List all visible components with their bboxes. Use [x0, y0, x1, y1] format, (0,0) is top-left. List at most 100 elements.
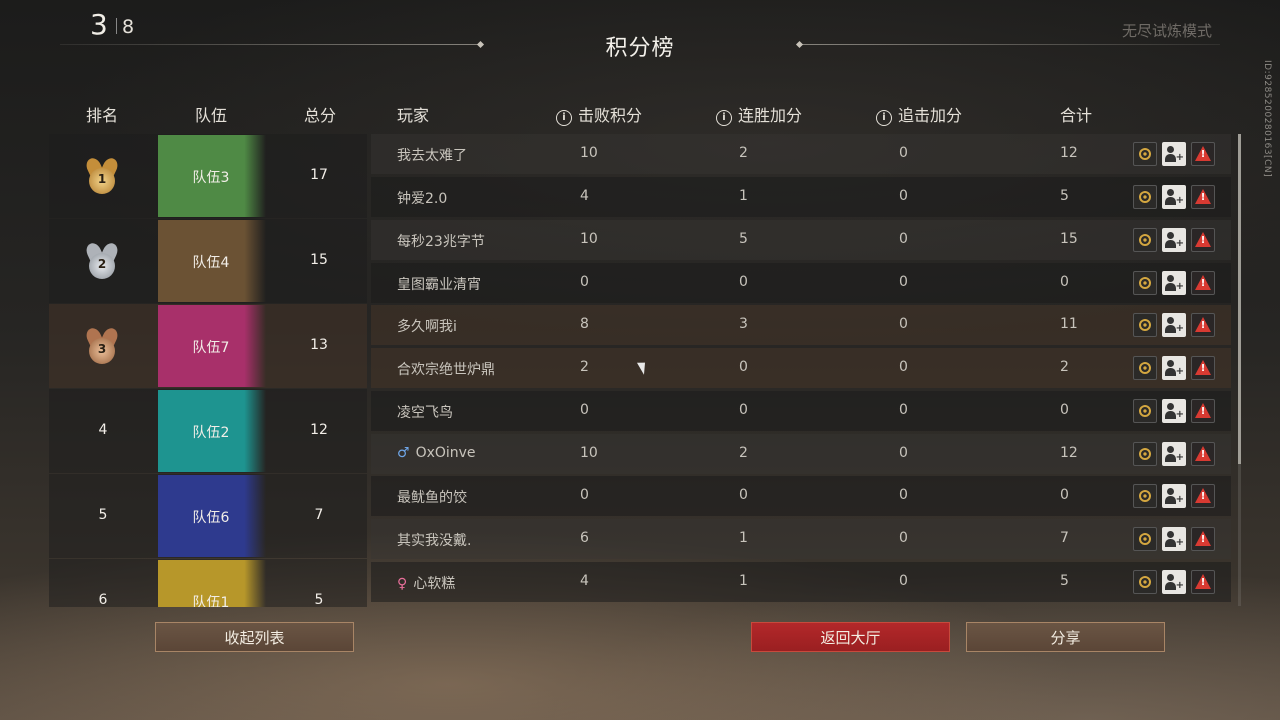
player-name: 钟爱2.0: [397, 191, 448, 207]
col-streak-bonus[interactable]: i 连胜加分: [716, 102, 802, 126]
header-line-left: [60, 44, 480, 45]
view-profile-icon[interactable]: [1133, 484, 1157, 508]
add-friend-icon[interactable]: +: [1162, 484, 1186, 508]
player-name-cell: ♂ OxOinve: [397, 445, 476, 461]
player-row[interactable]: ♂ OxOinve 10 2 0 12 + !: [371, 434, 1231, 474]
silver-medal-icon: 2: [83, 240, 121, 281]
bronze-medal-icon: 3: [83, 325, 121, 366]
info-icon[interactable]: i: [556, 110, 572, 126]
player-row[interactable]: 每秒23兆字节 10 5 0 15 + !: [371, 220, 1231, 260]
view-profile-icon[interactable]: [1133, 271, 1157, 295]
team-row: 3 队伍7 13: [49, 304, 367, 388]
add-friend-icon[interactable]: +: [1162, 271, 1186, 295]
add-friend-icon[interactable]: +: [1162, 228, 1186, 252]
male-icon: ♂: [397, 445, 410, 461]
player-total: 12: [1060, 145, 1078, 161]
scrollbar-thumb[interactable]: [1238, 134, 1241, 464]
report-icon[interactable]: !: [1191, 185, 1215, 209]
report-icon[interactable]: !: [1191, 142, 1215, 166]
report-icon[interactable]: !: [1191, 399, 1215, 423]
female-icon: ♀: [397, 576, 408, 592]
streak-bonus: 5: [739, 231, 748, 247]
player-row[interactable]: 其实我没戴. 6 1 0 7 + !: [371, 519, 1231, 559]
view-profile-icon[interactable]: [1133, 142, 1157, 166]
round-separator: [116, 18, 117, 34]
view-profile-icon[interactable]: [1133, 356, 1157, 380]
view-profile-icon[interactable]: [1133, 399, 1157, 423]
chase-bonus: 0: [899, 402, 908, 418]
streak-bonus: 0: [739, 359, 748, 375]
info-icon[interactable]: i: [716, 110, 732, 126]
col-kill-points-label: 击败积分: [578, 106, 643, 125]
chase-bonus: 0: [899, 445, 908, 461]
add-friend-icon[interactable]: +: [1162, 442, 1186, 466]
player-row[interactable]: 我去太难了 10 2 0 12 + !: [371, 134, 1231, 174]
kill-points: 10: [580, 445, 598, 461]
info-icon[interactable]: i: [876, 110, 892, 126]
collapse-list-button[interactable]: 收起列表: [155, 622, 354, 652]
view-profile-icon[interactable]: [1133, 570, 1157, 594]
view-profile-icon[interactable]: [1133, 313, 1157, 337]
player-row[interactable]: 合欢宗绝世炉鼎 2 0 0 2 + !: [371, 348, 1231, 388]
player-total: 0: [1060, 487, 1069, 503]
add-friend-icon[interactable]: +: [1162, 527, 1186, 551]
streak-bonus: 1: [739, 530, 748, 546]
col-chase-bonus[interactable]: i 追击加分: [876, 102, 962, 126]
header-line-left-end: [476, 40, 485, 49]
report-icon[interactable]: !: [1191, 228, 1215, 252]
player-name-cell: ♀ 心软糕: [397, 573, 455, 593]
add-friend-icon[interactable]: +: [1162, 313, 1186, 337]
player-row[interactable]: 钟爱2.0 4 1 0 5 + !: [371, 177, 1231, 217]
rank-number: 3: [97, 342, 107, 356]
share-button[interactable]: 分享: [966, 622, 1165, 652]
kill-points: 10: [580, 145, 598, 161]
view-profile-icon[interactable]: [1133, 527, 1157, 551]
streak-bonus: 2: [739, 445, 748, 461]
report-icon[interactable]: !: [1191, 356, 1215, 380]
chase-bonus: 0: [899, 359, 908, 375]
streak-bonus: 1: [739, 188, 748, 204]
player-row[interactable]: 皇图霸业清宵 0 0 0 0 + !: [371, 263, 1231, 303]
player-name: 每秒23兆字节: [397, 234, 485, 250]
add-friend-icon[interactable]: +: [1162, 356, 1186, 380]
col-total-score: 总分: [304, 106, 337, 125]
chase-bonus: 0: [899, 573, 908, 589]
report-icon[interactable]: !: [1191, 271, 1215, 295]
view-profile-icon[interactable]: [1133, 442, 1157, 466]
report-icon[interactable]: !: [1191, 442, 1215, 466]
add-friend-icon[interactable]: +: [1162, 570, 1186, 594]
back-to-lobby-button[interactable]: 返回大厅: [751, 622, 950, 652]
add-friend-icon[interactable]: +: [1162, 399, 1186, 423]
col-rank: 排名: [86, 106, 119, 125]
player-name: 多久啊我i: [397, 319, 457, 335]
report-icon[interactable]: !: [1191, 570, 1215, 594]
team-score: 5: [314, 592, 324, 607]
kill-points: 4: [580, 573, 589, 589]
report-icon[interactable]: !: [1191, 484, 1215, 508]
chase-bonus: 0: [899, 145, 908, 161]
kill-points: 4: [580, 188, 589, 204]
col-kill-points[interactable]: i 击败积分: [556, 102, 642, 126]
report-icon[interactable]: !: [1191, 313, 1215, 337]
player-total: 2: [1060, 359, 1069, 375]
player-name: 最鱿鱼的饺: [397, 490, 467, 506]
report-icon[interactable]: !: [1191, 527, 1215, 551]
col-streak-bonus-label: 连胜加分: [738, 106, 803, 125]
chase-bonus: 0: [899, 274, 908, 290]
player-row[interactable]: ♀ 心软糕 4 1 0 5 + !: [371, 562, 1231, 602]
view-profile-icon[interactable]: [1133, 228, 1157, 252]
player-row[interactable]: 多久啊我i 8 3 0 11 + !: [371, 305, 1231, 345]
streak-bonus: 0: [739, 402, 748, 418]
team-row: 5 队伍6 7: [49, 474, 367, 558]
gold-medal-icon: 1: [83, 155, 121, 196]
player-row[interactable]: 凌空飞鸟 0 0 0 0 + !: [371, 391, 1231, 431]
round-current: 3: [90, 8, 108, 41]
add-friend-icon[interactable]: +: [1162, 185, 1186, 209]
kill-points: 0: [580, 487, 589, 503]
add-friend-icon[interactable]: +: [1162, 142, 1186, 166]
view-profile-icon[interactable]: [1133, 185, 1157, 209]
kill-points: 10: [580, 231, 598, 247]
player-row[interactable]: 最鱿鱼的饺 0 0 0 0 + !: [371, 476, 1231, 516]
team-score: 17: [310, 167, 328, 183]
team-row: 2 队伍4 15: [49, 219, 367, 303]
